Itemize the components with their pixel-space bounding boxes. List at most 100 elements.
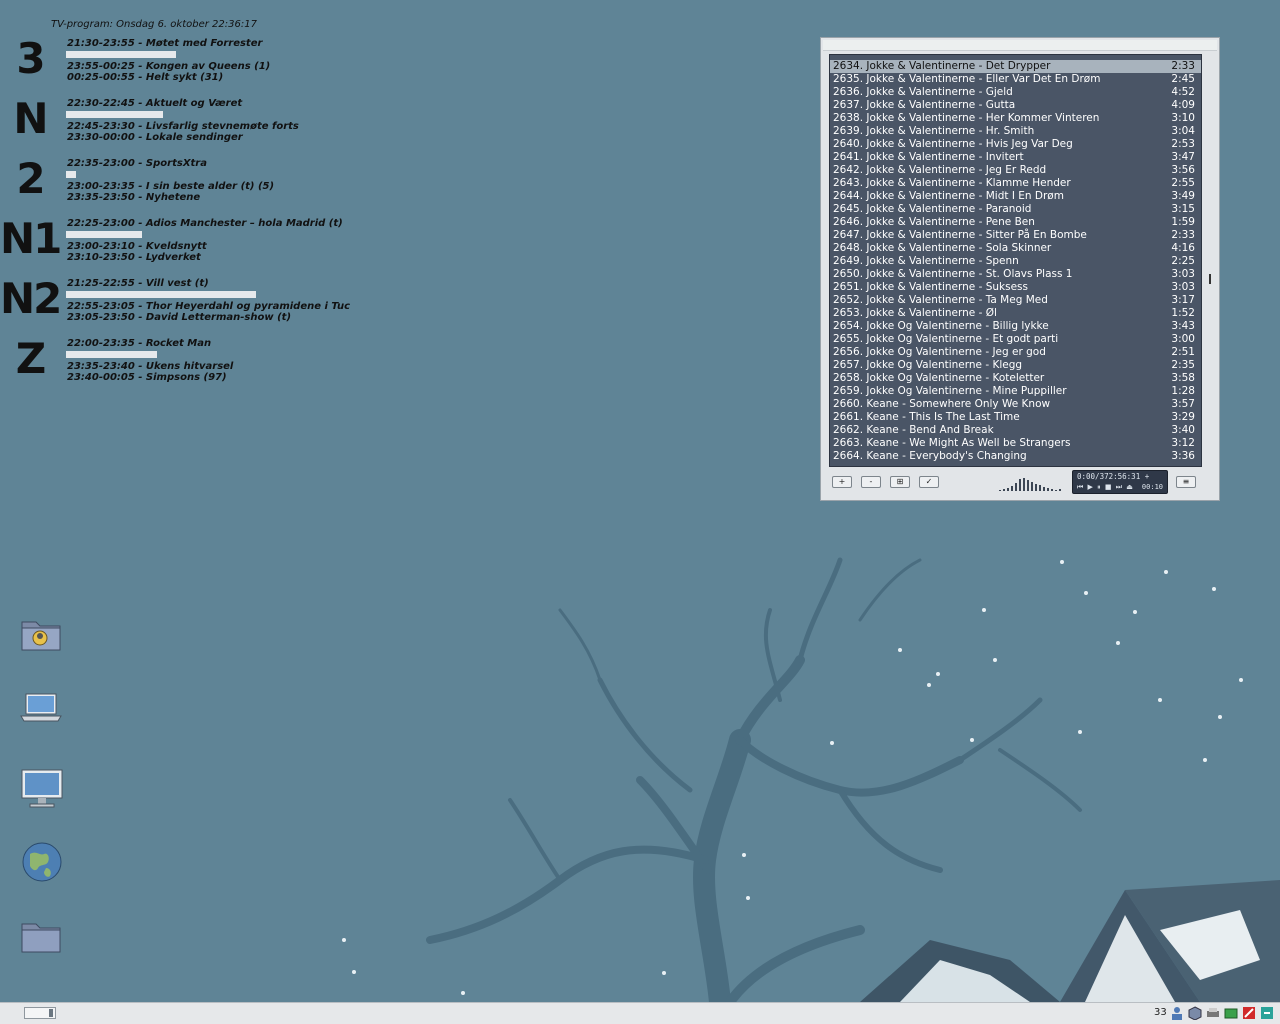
spectrum-visualizer xyxy=(999,478,1061,491)
later-show: 00:25-00:55 - Helt sykt (31) xyxy=(67,72,224,83)
current-show: 22:30-22:45 - Aktuelt og Været xyxy=(67,98,243,109)
track-title: 2653. Jokke & Valentinerne - Øl xyxy=(833,307,997,319)
playlist-row[interactable]: 2638. Jokke & Valentinerne - Her Kommer … xyxy=(830,112,1201,125)
transport-controls[interactable]: ⏮ ▶ ⏸ ■ ⏭ ⏏ xyxy=(1077,483,1134,492)
add-track-button[interactable]: + xyxy=(832,476,852,488)
track-title: 2656. Jokke Og Valentinerne - Jeg er god xyxy=(833,346,1046,358)
playlist-row[interactable]: 2640. Jokke & Valentinerne - Hvis Jeg Va… xyxy=(830,138,1201,151)
elapsed-time: 00:10 xyxy=(1141,483,1163,491)
track-title: 2635. Jokke & Valentinerne - Eller Var D… xyxy=(833,73,1101,85)
current-show: 22:00-23:35 - Rocket Man xyxy=(67,338,212,349)
player-titlebar[interactable] xyxy=(823,40,1217,51)
playlist-row[interactable]: 2643. Jokke & Valentinerne - Klamme Hend… xyxy=(830,177,1201,190)
playlist-row[interactable]: 2644. Jokke & Valentinerne - Midt I En D… xyxy=(830,190,1201,203)
track-duration: 4:16 xyxy=(1171,242,1195,254)
playlist-row[interactable]: 2648. Jokke & Valentinerne - Sola Skinne… xyxy=(830,242,1201,255)
show-progress-bar xyxy=(66,291,256,298)
network-globe-icon[interactable] xyxy=(18,840,66,888)
channel-tv2: 2 22:35-23:00 - SportsXtra 23:00-23:35 -… xyxy=(0,156,320,212)
user-icon[interactable] xyxy=(1170,1006,1184,1020)
channel-z: Z 22:00-23:35 - Rocket Man 23:35-23:40 -… xyxy=(0,336,320,392)
folder-icon[interactable] xyxy=(18,914,66,962)
playlist-row[interactable]: 2646. Jokke & Valentinerne - Pene Ben 1:5… xyxy=(830,216,1201,229)
playlist[interactable]: 2634. Jokke & Valentinerne - Det Drypper… xyxy=(829,54,1202,467)
player-lcd-display: 0:00/372:56:31 + ⏮ ▶ ⏸ ■ ⏭ ⏏ 00:10 xyxy=(1072,470,1168,494)
playlist-row[interactable]: 2660. Keane - Somewhere Only We Know 3:57 xyxy=(830,398,1201,411)
track-duration: 3:29 xyxy=(1171,411,1195,423)
playlist-row[interactable]: 2654. Jokke Og Valentinerne - Billig lyk… xyxy=(830,320,1201,333)
track-title: 2642. Jokke & Valentinerne - Jeg Er Redd xyxy=(833,164,1047,176)
track-duration: 3:10 xyxy=(1171,112,1195,124)
track-duration: 3:57 xyxy=(1171,398,1195,410)
playlist-row[interactable]: 2635. Jokke & Valentinerne - Eller Var D… xyxy=(830,73,1201,86)
channel-logo: 3 xyxy=(16,34,45,83)
track-duration: 4:52 xyxy=(1171,86,1195,98)
playlist-row[interactable]: 2634. Jokke & Valentinerne - Det Drypper… xyxy=(830,60,1201,73)
track-duration: 2:51 xyxy=(1171,346,1195,358)
playlist-row[interactable]: 2652. Jokke & Valentinerne - Ta Meg Med 3… xyxy=(830,294,1201,307)
playlist-row[interactable]: 2645. Jokke & Valentinerne - Paranoid 3:1… xyxy=(830,203,1201,216)
track-position: 0:00/372:56:31 + xyxy=(1077,472,1150,481)
playlist-row[interactable]: 2664. Keane - Everybody's Changing 3:36 xyxy=(830,450,1201,463)
playlist-row[interactable]: 2642. Jokke & Valentinerne - Jeg Er Redd… xyxy=(830,164,1201,177)
playlist-row[interactable]: 2653. Jokke & Valentinerne - Øl 1:52 xyxy=(830,307,1201,320)
flag-icon[interactable] xyxy=(1242,1006,1256,1020)
printer-icon[interactable] xyxy=(1206,1006,1220,1020)
track-title: 2661. Keane - This Is The Last Time xyxy=(833,411,1020,423)
later-show: 23:10-23:50 - Lydverket xyxy=(67,252,201,263)
track-title: 2648. Jokke & Valentinerne - Sola Skinne… xyxy=(833,242,1052,254)
playlist-row[interactable]: 2636. Jokke & Valentinerne - Gjeld 4:52 xyxy=(830,86,1201,99)
track-duration: 2:45 xyxy=(1171,73,1195,85)
track-title: 2639. Jokke & Valentinerne - Hr. Smith xyxy=(833,125,1035,137)
workspace-pager[interactable] xyxy=(24,1007,56,1019)
menu-button[interactable]: ≡ xyxy=(1176,476,1196,488)
home-folder-icon[interactable] xyxy=(18,610,66,658)
package-icon[interactable] xyxy=(1188,1006,1202,1020)
playlist-row[interactable]: 2661. Keane - This Is The Last Time 3:29 xyxy=(830,411,1201,424)
track-title: 2655. Jokke Og Valentinerne - Et godt pa… xyxy=(833,333,1059,345)
show-progress-bar xyxy=(66,51,256,58)
channel-nrk: N 22:30-22:45 - Aktuelt og Været 22:45-2… xyxy=(0,96,320,152)
track-title: 2640. Jokke & Valentinerne - Hvis Jeg Va… xyxy=(833,138,1073,150)
playlist-row[interactable]: 2662. Keane - Bend And Break 3:40 xyxy=(830,424,1201,437)
laptop-icon[interactable] xyxy=(18,688,66,736)
playlist-row[interactable]: 2651. Jokke & Valentinerne - Suksess 3:03 xyxy=(830,281,1201,294)
track-duration: 3:12 xyxy=(1171,437,1195,449)
track-title: 2664. Keane - Everybody's Changing xyxy=(833,450,1027,462)
playlist-scrollbar[interactable] xyxy=(1207,54,1213,467)
playlist-row[interactable]: 2656. Jokke Og Valentinerne - Jeg er god… xyxy=(830,346,1201,359)
track-title: 2647. Jokke & Valentinerne - Sitter På E… xyxy=(833,229,1087,241)
later-show: 23:05-23:50 - David Letterman-show (t) xyxy=(67,312,292,323)
playlist-row[interactable]: 2647. Jokke & Valentinerne - Sitter På E… xyxy=(830,229,1201,242)
network-icon[interactable] xyxy=(1260,1006,1274,1020)
track-title: 2654. Jokke Og Valentinerne - Billig lyk… xyxy=(833,320,1049,332)
select-button[interactable]: ⊞ xyxy=(890,476,910,488)
playlist-row[interactable]: 2649. Jokke & Valentinerne - Spenn 2:25 xyxy=(830,255,1201,268)
show-progress-bar xyxy=(66,171,256,178)
channel-logo: N2 xyxy=(0,274,62,323)
playlist-row[interactable]: 2658. Jokke Og Valentinerne - Koteletter… xyxy=(830,372,1201,385)
playlist-row[interactable]: 2663. Keane - We Might As Well be Strang… xyxy=(830,437,1201,450)
channel-logo: N xyxy=(13,94,48,143)
track-title: 2637. Jokke & Valentinerne - Gutta xyxy=(833,99,1016,111)
playlist-row[interactable]: 2650. Jokke & Valentinerne - St. Olavs P… xyxy=(830,268,1201,281)
track-title: 2643. Jokke & Valentinerne - Klamme Hend… xyxy=(833,177,1071,189)
show-progress-bar xyxy=(66,231,256,238)
battery-icon[interactable] xyxy=(1224,1006,1238,1020)
track-duration: 3:56 xyxy=(1171,164,1195,176)
music-player-window: 2634. Jokke & Valentinerne - Det Drypper… xyxy=(820,37,1220,501)
playlist-row[interactable]: 2659. Jokke Og Valentinerne - Mine Puppi… xyxy=(830,385,1201,398)
remove-track-button[interactable]: - xyxy=(861,476,881,488)
playlist-row[interactable]: 2637. Jokke & Valentinerne - Gutta 4:09 xyxy=(830,99,1201,112)
playlist-row[interactable]: 2639. Jokke & Valentinerne - Hr. Smith 3:… xyxy=(830,125,1201,138)
track-duration: 2:33 xyxy=(1171,60,1195,72)
track-title: 2636. Jokke & Valentinerne - Gjeld xyxy=(833,86,1013,98)
current-show: 21:30-23:55 - Møtet med Forrester xyxy=(67,38,263,49)
track-duration: 3:49 xyxy=(1171,190,1195,202)
playlist-row[interactable]: 2655. Jokke Og Valentinerne - Et godt pa… xyxy=(830,333,1201,346)
computer-icon[interactable] xyxy=(18,766,66,814)
playlist-row[interactable]: 2641. Jokke & Valentinerne - Invitert 3:4… xyxy=(830,151,1201,164)
track-duration: 1:28 xyxy=(1171,385,1195,397)
misc-button[interactable]: ✓ xyxy=(919,476,939,488)
playlist-row[interactable]: 2657. Jokke Og Valentinerne - Klegg 2:35 xyxy=(830,359,1201,372)
